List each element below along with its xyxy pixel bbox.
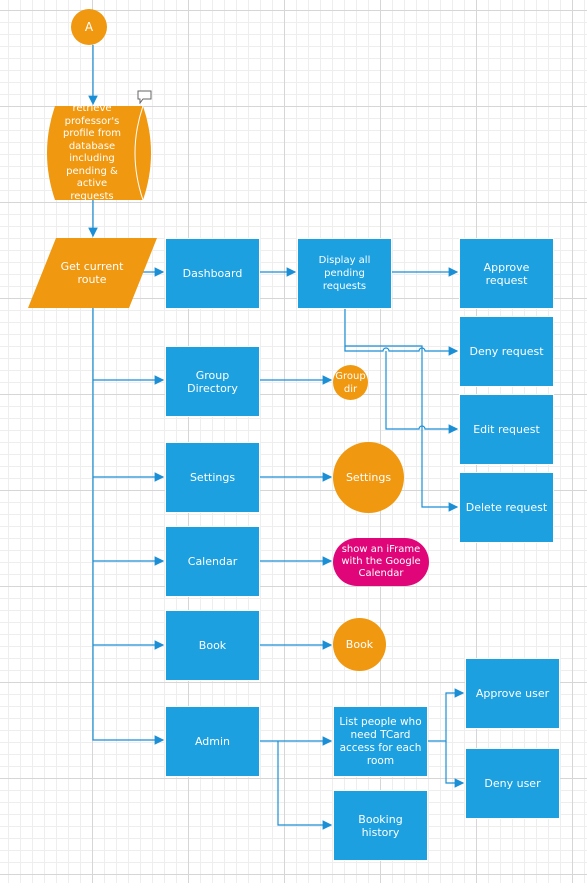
- deny-request-box[interactable]: Deny request: [459, 316, 554, 387]
- book-box[interactable]: Book: [165, 610, 260, 681]
- delete-request-box[interactable]: Delete request: [459, 472, 554, 543]
- book-end[interactable]: Book: [333, 618, 386, 671]
- approve-request-box[interactable]: Approve request: [459, 238, 554, 309]
- deny-user-box[interactable]: Deny user: [465, 748, 560, 819]
- connector-admin-history: [277, 741, 333, 830]
- route-label: Get current route: [60, 260, 124, 286]
- approve-user-box[interactable]: Approve user: [465, 658, 560, 729]
- booking-history-box[interactable]: Booking history: [333, 790, 428, 861]
- settings-box[interactable]: Settings: [165, 442, 260, 513]
- database-label: retrieve professor's profile from databa…: [62, 103, 122, 202]
- connector-list-approve: [427, 688, 465, 742]
- list-tcard-box[interactable]: List people who need TCard access for ea…: [333, 706, 428, 777]
- settings-end[interactable]: Settings: [333, 442, 404, 513]
- edit-request-box[interactable]: Edit request: [459, 394, 554, 465]
- speech-bubble-icon[interactable]: [137, 90, 152, 104]
- group-dir-end[interactable]: Group dir: [333, 365, 368, 400]
- connector-route-admin: [92, 308, 165, 745]
- dashboard-box[interactable]: Dashboard: [165, 238, 260, 309]
- flowchart-canvas: A retrieve professor's profile from data…: [0, 0, 587, 883]
- connector-list-deny: [445, 741, 465, 788]
- calendar-iframe-end[interactable]: show an iFrame with the Google Calendar: [333, 538, 429, 586]
- calendar-box[interactable]: Calendar: [165, 526, 260, 597]
- start-connector-a[interactable]: A: [71, 9, 107, 45]
- admin-box[interactable]: Admin: [165, 706, 260, 777]
- display-pending-box[interactable]: Display all pending requests: [297, 238, 392, 309]
- connector-display-deny: [344, 346, 459, 356]
- group-directory-box[interactable]: Group Directory: [165, 346, 260, 417]
